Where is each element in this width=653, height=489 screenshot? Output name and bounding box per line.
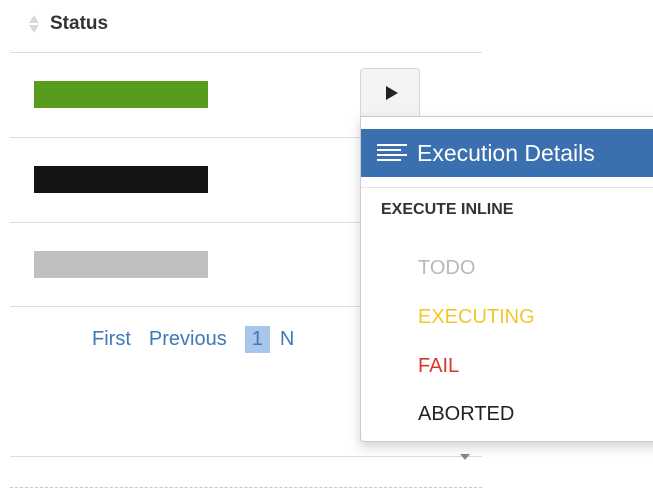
status-bar-row-1: [34, 81, 208, 108]
sort-icon[interactable]: [28, 14, 40, 34]
status-bar-row-3: [34, 251, 208, 278]
status-header-label: Status: [50, 13, 109, 34]
status-bar-row-2: [34, 166, 208, 193]
row-actions-dropdown-button[interactable]: [360, 68, 420, 116]
footer-divider: [10, 456, 482, 457]
execute-inline-header: EXECUTE INLINE: [381, 201, 514, 218]
row-actions-menu: Execution Details EXECUTE INLINE TODO EX…: [360, 116, 653, 442]
menu-item-executing[interactable]: EXECUTING: [418, 306, 535, 329]
menu-item-fail[interactable]: FAIL: [418, 355, 459, 378]
previous-page-link[interactable]: Previous: [149, 328, 227, 351]
menu-item-label: Execution Details: [417, 139, 595, 166]
dashed-divider: [10, 487, 482, 488]
status-column-header[interactable]: Status: [28, 6, 108, 42]
menu-item-todo[interactable]: TODO: [418, 257, 475, 280]
first-page-link[interactable]: First: [92, 328, 131, 351]
current-page-number[interactable]: 1: [244, 325, 270, 353]
menu-item-execution-details[interactable]: Execution Details: [361, 129, 653, 177]
header-divider: [10, 52, 482, 53]
next-page-link[interactable]: N: [280, 328, 294, 351]
pagination: First Previous 1 N: [92, 324, 312, 354]
menu-item-aborted[interactable]: ABORTED: [418, 403, 514, 426]
play-icon: [386, 85, 398, 100]
menu-divider: [361, 187, 653, 188]
details-list-icon: [377, 142, 407, 164]
caret-down-icon[interactable]: [460, 454, 470, 460]
